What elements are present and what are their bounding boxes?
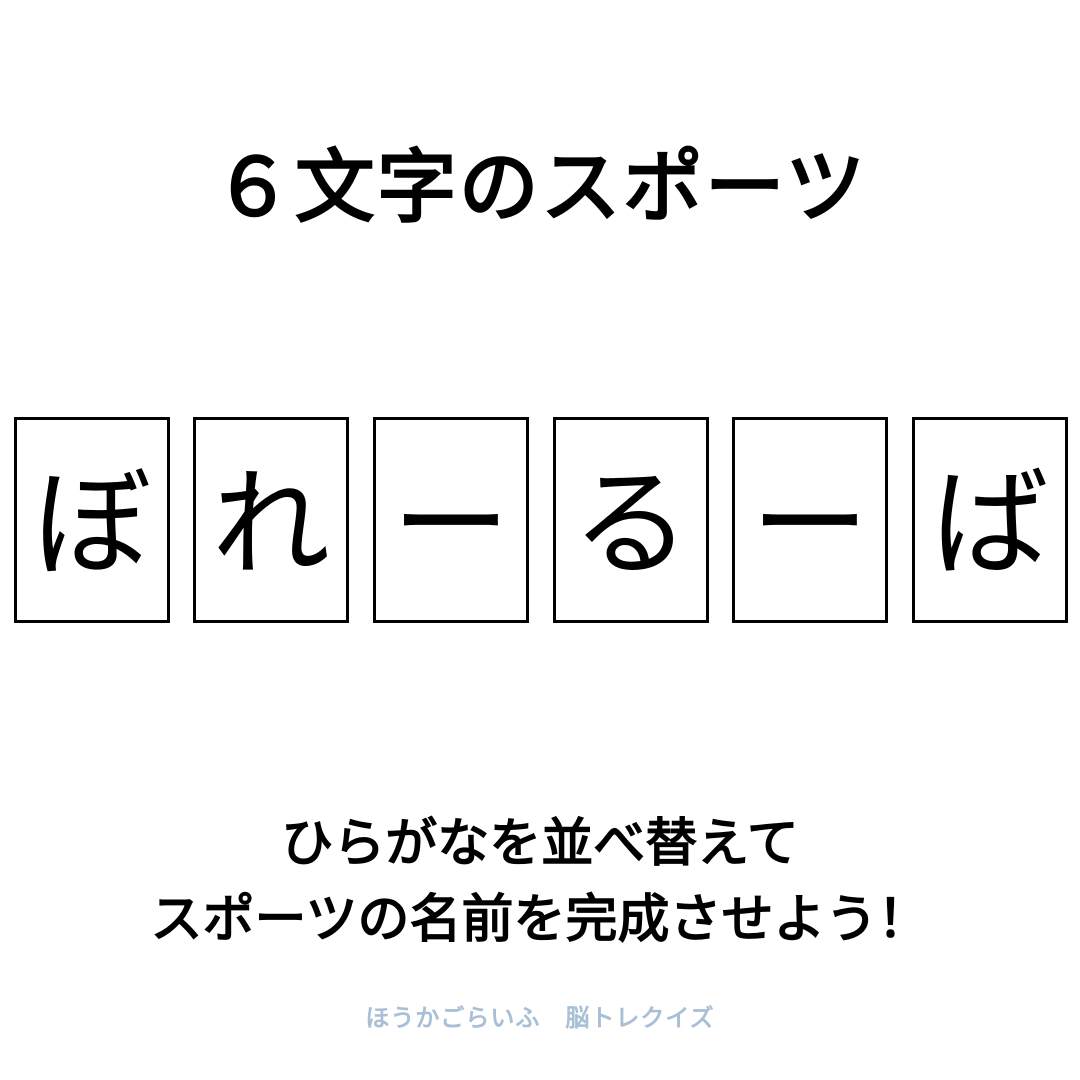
- letter-tile-4: る: [553, 417, 709, 623]
- quiz-title: ６文字のスポーツ: [212, 141, 868, 234]
- letter-tile-5: ー: [732, 417, 888, 623]
- tile-char: れ: [211, 455, 330, 593]
- letter-tile-3: ー: [373, 417, 529, 623]
- tile-char: る: [571, 455, 690, 593]
- tile-char: ー: [391, 455, 510, 593]
- letter-tiles: ぼ れ ー る ー ば: [14, 417, 1068, 623]
- instruction-line-2: スポーツの名前を完成させよう！: [150, 890, 930, 950]
- footer-credit: ほうかごらいふ 脳トレクイズ: [365, 1004, 715, 1032]
- tile-char: ば: [930, 455, 1049, 593]
- letter-tile-6: ば: [912, 417, 1068, 623]
- tile-char: ぼ: [32, 455, 151, 593]
- letter-tile-1: ぼ: [14, 417, 170, 623]
- letter-tile-2: れ: [193, 417, 349, 623]
- tile-char: ー: [750, 455, 869, 593]
- instruction-line-1: ひらがなを並べ替えて: [281, 814, 799, 874]
